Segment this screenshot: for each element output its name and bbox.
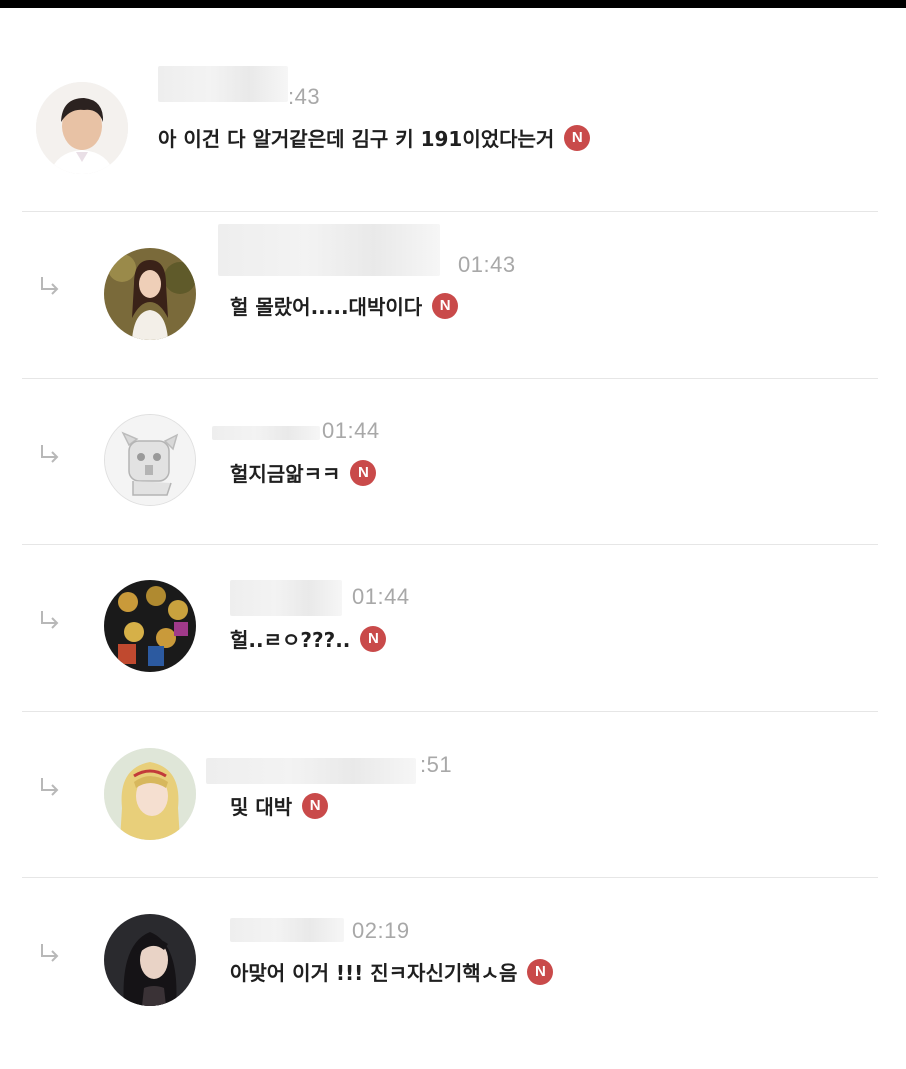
- divider: [22, 378, 878, 379]
- reply-arrow-icon: [41, 611, 59, 629]
- comment-text: 아맞어 이거 !!! 진ㅋ자신기핵ㅅ음: [230, 961, 518, 985]
- comment-time: 01:43: [458, 252, 516, 277]
- new-badge: N: [564, 124, 591, 151]
- divider: [22, 711, 878, 712]
- blonde-woman-icon: [104, 748, 196, 840]
- comment-time: :43: [288, 84, 321, 109]
- comment-text: 헐..ㄹㅇ???..: [230, 628, 351, 652]
- man-portrait-icon: [36, 82, 128, 174]
- nickname-blurred: [158, 66, 288, 102]
- reply-arrow-icon: [41, 277, 59, 295]
- comment-text: 아 이건 다 알거같은데 김구 키 191이었다는거: [158, 127, 555, 151]
- divider: [22, 877, 878, 878]
- user-avatar[interactable]: [104, 748, 196, 840]
- reply-arrow-icon: [41, 944, 59, 962]
- top-bar: [0, 0, 906, 8]
- new-badge: N: [302, 792, 329, 819]
- divider: [22, 211, 878, 212]
- comment-time: 01:44: [352, 584, 410, 609]
- new-badge: N: [527, 958, 554, 985]
- nickname-blurred: [212, 426, 320, 440]
- user-avatar[interactable]: [104, 914, 196, 1006]
- divider: [22, 544, 878, 545]
- cartoon-dog-icon: [105, 415, 195, 505]
- comment-body: 헐지금앎ㅋㅋ N: [230, 458, 377, 487]
- dark-hair-woman-icon: [104, 914, 196, 1006]
- comment-text: 헐지금앎ㅋㅋ: [230, 462, 341, 486]
- new-badge: N: [360, 625, 387, 652]
- new-badge: N: [350, 459, 377, 486]
- user-avatar[interactable]: [104, 414, 196, 506]
- user-avatar[interactable]: [104, 580, 196, 672]
- nickname-blurred: [230, 580, 342, 616]
- nickname-blurred: [206, 758, 416, 784]
- comment-time: :51: [420, 752, 453, 777]
- user-avatar[interactable]: [36, 82, 128, 174]
- comment-body: 헐..ㄹㅇ???.. N: [230, 624, 387, 653]
- group-photo-icon: [104, 580, 196, 672]
- nickname-blurred: [230, 918, 344, 942]
- comment-body: 아 이건 다 알거같은데 김구 키 191이었다는거 N: [158, 123, 591, 152]
- comment-text: 및 대박: [230, 795, 293, 819]
- reply-arrow-icon: [41, 445, 59, 463]
- comment-time: 01:44: [322, 418, 380, 443]
- woman-long-hair-icon: [104, 248, 196, 340]
- user-avatar[interactable]: [104, 248, 196, 340]
- comment-body: 헐 몰랐어.....대박이다 N: [230, 291, 459, 320]
- comment-body: 아맞어 이거 !!! 진ㅋ자신기핵ㅅ음 N: [230, 957, 554, 986]
- new-badge: N: [432, 292, 459, 319]
- comment-text: 헐 몰랐어.....대박이다: [230, 295, 423, 319]
- reply-arrow-icon: [41, 778, 59, 796]
- comment-body: 및 대박 N: [230, 791, 329, 820]
- nickname-blurred: [218, 224, 440, 276]
- comment-time: 02:19: [352, 918, 410, 943]
